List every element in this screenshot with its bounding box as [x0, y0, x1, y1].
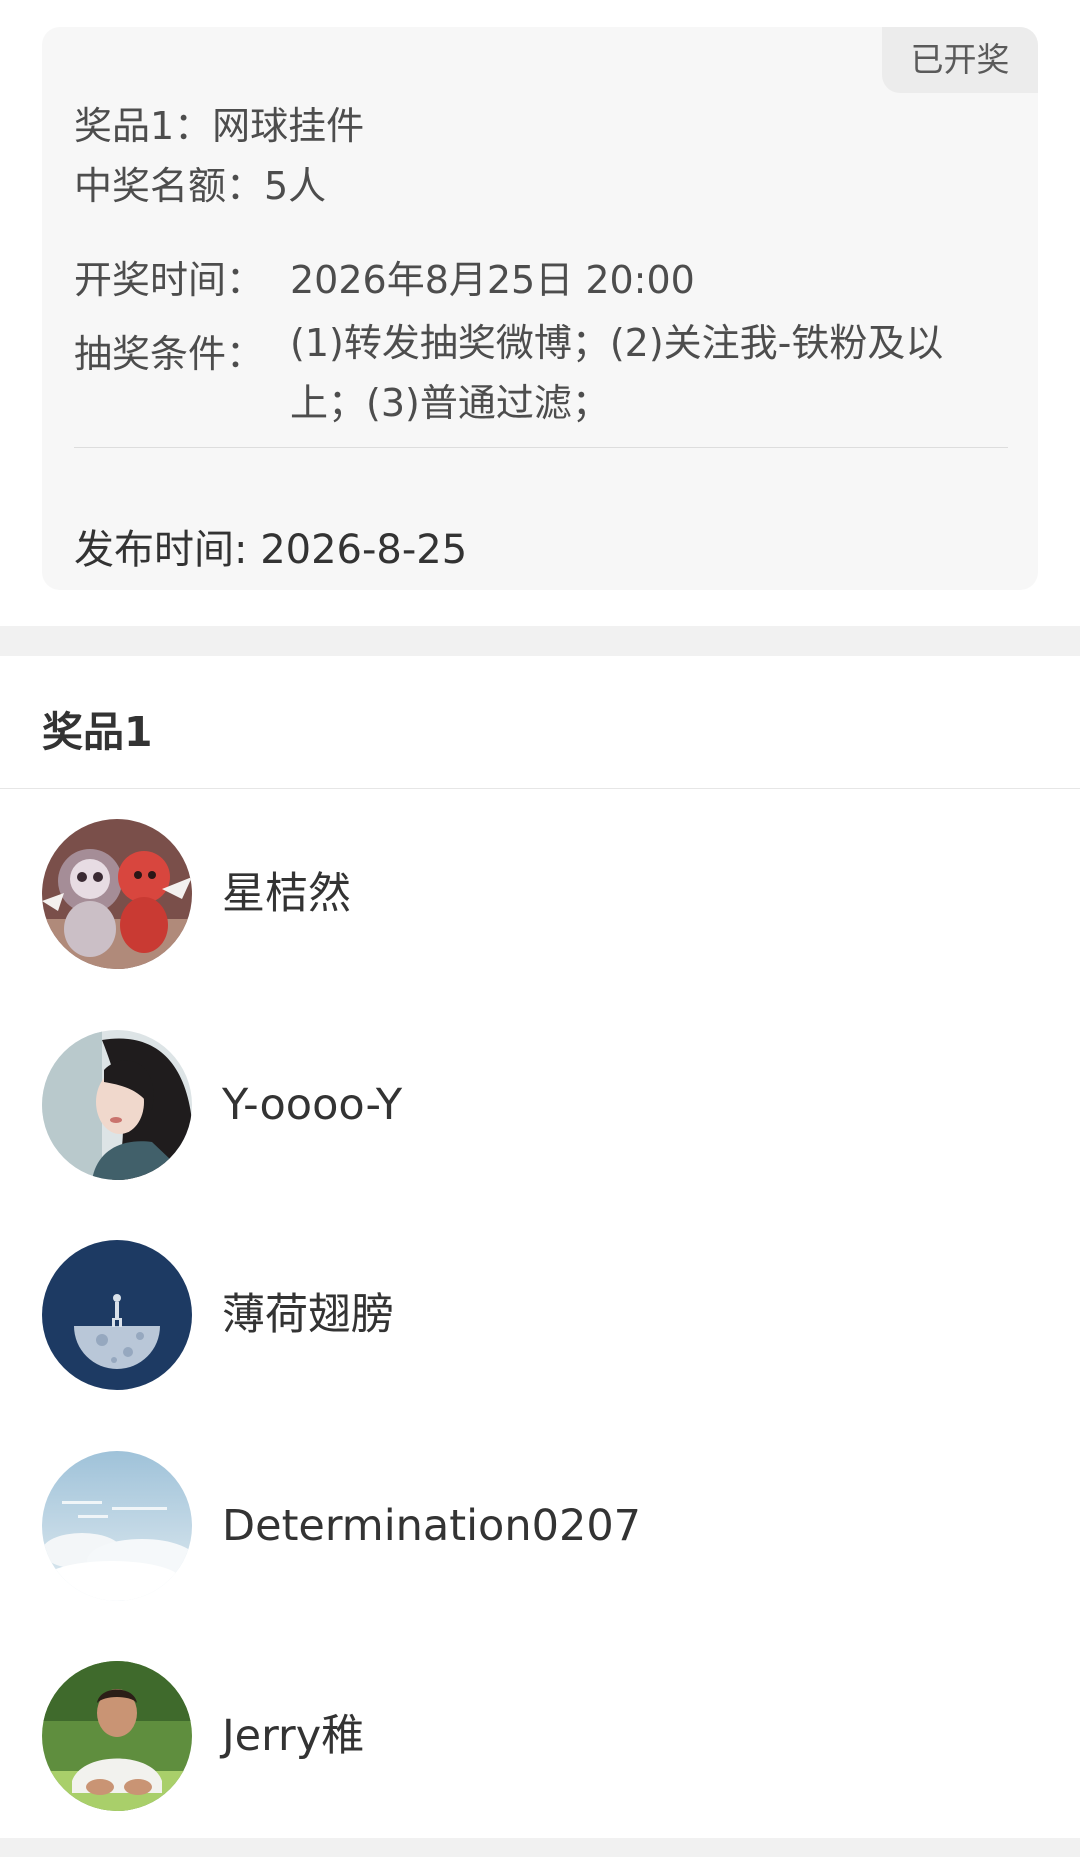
boy-photo-avatar[interactable]: [42, 1661, 192, 1811]
winner-name[interactable]: Jerry稚: [222, 1661, 364, 1811]
lottery-info-area: 已开奖 奖品1：网球挂件 中奖名额：5人 开奖时间： 2026年8月25日 20…: [0, 0, 1080, 626]
winner-row[interactable]: 薄荷翅膀: [0, 1240, 1080, 1390]
draw-time-label: 开奖时间：: [74, 258, 265, 302]
draw-time-value: 2026年8月25日 20:00: [290, 258, 695, 302]
winner-row[interactable]: Jerry稚: [0, 1661, 1080, 1811]
plush-toys-avatar[interactable]: [42, 819, 192, 969]
lottery-info-card: 已开奖 奖品1：网球挂件 中奖名额：5人 开奖时间： 2026年8月25日 20…: [42, 27, 1038, 590]
status-badge: 已开奖: [882, 27, 1038, 93]
draw-conditions-value: (1)转发抽奖微博；(2)关注我-铁粉及以上；(3)普通过滤；: [290, 321, 944, 425]
winner-name[interactable]: Determination0207: [222, 1451, 641, 1601]
moon-walker-avatar[interactable]: [42, 1240, 192, 1390]
prize-name: 奖品1：网球挂件: [74, 104, 365, 148]
girl-portrait-avatar[interactable]: [42, 1030, 192, 1180]
bottom-bar: [0, 1838, 1080, 1857]
winner-row[interactable]: Y-oooo-Y: [0, 1030, 1080, 1180]
winner-row[interactable]: Determination0207: [0, 1451, 1080, 1601]
section-title: 奖品1: [42, 708, 153, 756]
winner-quota: 中奖名额：5人: [74, 164, 327, 208]
card-divider: [74, 447, 1008, 448]
section-divider: [0, 788, 1080, 789]
winners-section: 奖品1 星桔然 Y-oooo-Y 薄荷翅膀 Determination0207 …: [0, 656, 1080, 1857]
sky-clouds-avatar[interactable]: [42, 1451, 192, 1601]
draw-conditions-label: 抽奖条件：: [74, 332, 265, 376]
winner-row[interactable]: 星桔然: [0, 819, 1080, 969]
publish-time: 发布时间: 2026-8-25: [74, 527, 468, 573]
winner-name[interactable]: 星桔然: [222, 819, 351, 969]
winner-name[interactable]: 薄荷翅膀: [222, 1240, 394, 1390]
lottery-result-page: 已开奖 奖品1：网球挂件 中奖名额：5人 开奖时间： 2026年8月25日 20…: [0, 0, 1080, 1857]
winner-name[interactable]: Y-oooo-Y: [222, 1030, 402, 1180]
